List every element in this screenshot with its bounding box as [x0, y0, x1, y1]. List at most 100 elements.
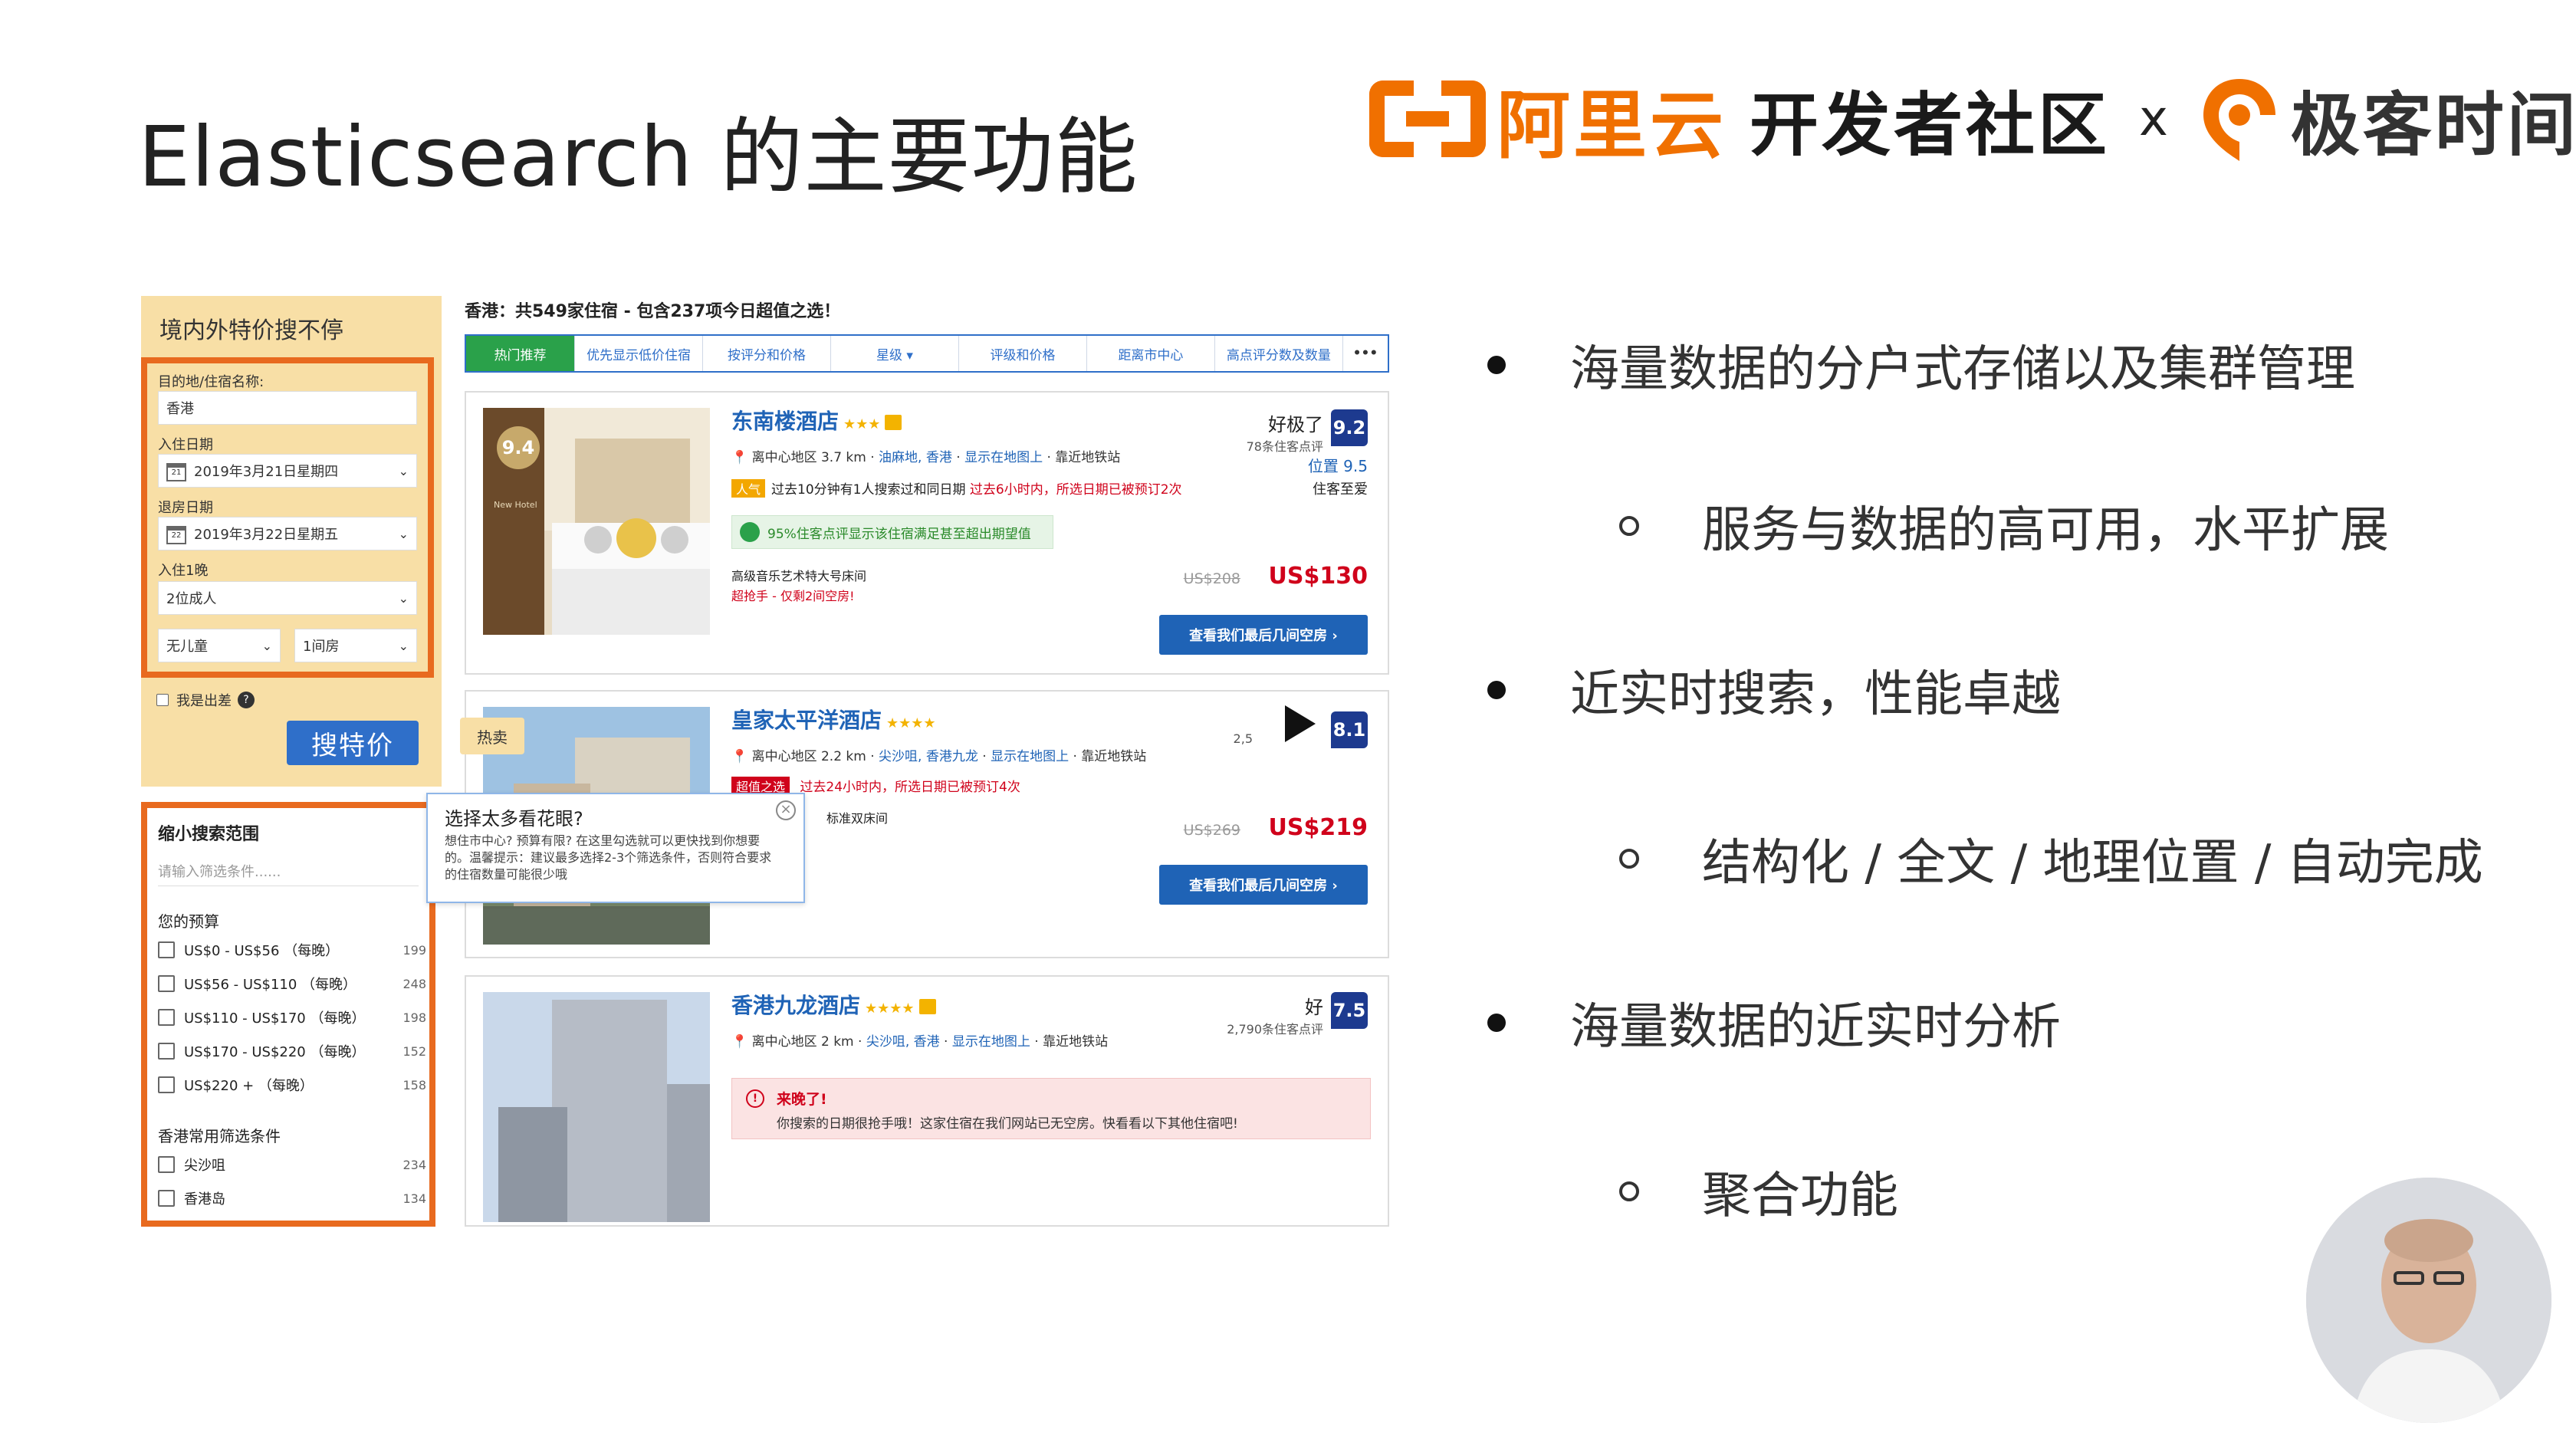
distance-text: 离中心地区 2 km: [751, 1034, 854, 1050]
checkbox-icon: [158, 975, 175, 992]
budget-option-label: US$110 - US$170 （每晚）: [184, 1010, 366, 1027]
common-filter-option[interactable]: 香港岛 134: [158, 1188, 426, 1208]
budget-option[interactable]: US$220 + （每晚） 158: [158, 1075, 426, 1095]
common-filter-option[interactable]: 尖沙咀 234: [158, 1155, 426, 1175]
tab-star-rating[interactable]: 星级 ▾: [831, 336, 959, 371]
bullet-text: 近实时搜索，性能卓越: [1570, 666, 2061, 723]
adults-select[interactable]: 2位成人 ⌄: [158, 581, 417, 615]
review-count[interactable]: 2,790条住客点评: [1227, 1019, 1323, 1037]
tab-rating-price[interactable]: 评级和价格: [959, 336, 1087, 371]
hotel-name: 东南楼酒店: [731, 409, 840, 434]
view-rooms-button[interactable]: 查看我们最后几间空房 ›: [1159, 865, 1368, 905]
sub-bullet-text: 聚合功能: [1702, 1168, 1898, 1224]
budget-option[interactable]: US$110 - US$170 （每晚） 198: [158, 1007, 426, 1027]
bullet-item: 近实时搜索，性能卓越: [1487, 655, 2061, 725]
search-button[interactable]: 搜特价: [287, 721, 419, 765]
sub-bullet-item: 结构化 / 全文 / 地理位置 / 自动完成: [1619, 823, 2483, 894]
sub-bullet-item: 服务与数据的高可用，水平扩展: [1619, 491, 2389, 561]
budget-option[interactable]: US$0 - US$56 （每晚） 199: [158, 940, 426, 960]
tooltip-body: 想住市中心? 预算有限? 在这里勾选就可以更快找到你想要的。温馨提示：建议最多选…: [445, 833, 772, 882]
review-highlight: 95%住客点评显示该住宿满足甚至超出期望值: [731, 515, 1053, 549]
sub-bullet-text: 结构化 / 全文 / 地理位置 / 自动完成: [1702, 835, 2483, 892]
sold-out-text: 你搜索的日期很抢手哦！这家住宿在我们网站已无空房。快看看以下其他住宿吧!: [777, 1116, 1238, 1132]
view-rooms-button[interactable]: 查看我们最后几间空房 ›: [1159, 615, 1368, 655]
checkbox-icon: [158, 1190, 175, 1207]
calendar-icon: 22: [166, 525, 186, 544]
chevron-down-icon: ⌄: [398, 590, 409, 606]
business-trip-label: 我是出差: [176, 693, 232, 709]
checkbox-icon: [158, 1043, 175, 1060]
budget-option[interactable]: US$170 - US$220 （每晚） 152: [158, 1041, 426, 1061]
common-filter-count: 234: [402, 1157, 426, 1172]
checkout-label: 退房日期: [158, 500, 213, 516]
booked-text: 过去24小时内，所选日期已被预订4次: [800, 780, 1020, 795]
business-trip-checkbox[interactable]: 我是出差 ?: [156, 690, 255, 710]
deal-price: US$219: [1268, 814, 1368, 841]
score-badge: 9.2: [1331, 409, 1368, 446]
budget-option-label: US$56 - US$110 （每晚）: [184, 977, 357, 993]
location-score: 位置 9.5: [1307, 457, 1368, 475]
alert-icon: !: [746, 1089, 764, 1108]
destination-input[interactable]: 香港: [158, 391, 417, 425]
children-select[interactable]: 无儿童 ⌄: [158, 629, 281, 662]
tab-distance[interactable]: 距离市中心: [1087, 336, 1215, 371]
sold-out-notice: ! 来晚了! 你搜索的日期很抢手哦！这家住宿在我们网站已无空房。快看看以下其他住…: [731, 1078, 1371, 1139]
original-price: US$208: [1183, 570, 1240, 587]
hotel-photo[interactable]: [483, 992, 710, 1222]
bullet-dot: [1487, 681, 1506, 699]
budget-section-title: 您的预算: [158, 912, 219, 931]
hotel-card: 香港九龙酒店 ★★★★ 📍 离中心地区 2 km · 尖沙咀, 香港 · 显示在地…: [465, 975, 1389, 1227]
deal-price: US$130: [1268, 563, 1368, 590]
common-filter-label: 尖沙咀: [184, 1158, 225, 1174]
tab-score-price[interactable]: 按评分和价格: [703, 336, 832, 371]
tab-popular[interactable]: 热门推荐: [466, 336, 576, 371]
hotel-location: 📍 离中心地区 3.7 km · 油麻地, 香港 · 显示在地图上 · 靠近地铁…: [731, 450, 1121, 465]
more-tabs-icon[interactable]: •••: [1343, 336, 1388, 371]
hot-sale-tag: 热卖: [460, 718, 524, 754]
video-play-icon[interactable]: [1285, 705, 1316, 742]
budget-option-label: US$0 - US$56 （每晚）: [184, 943, 340, 959]
hotel-name-link[interactable]: 香港九龙酒店 ★★★★: [731, 989, 936, 1020]
hotel-photo[interactable]: 9.4 New Hotel: [483, 408, 710, 635]
show-on-map-link[interactable]: 显示在地图上: [964, 450, 1043, 465]
checkin-date-select[interactable]: 21 2019年3月21日星期四 ⌄: [158, 454, 417, 488]
narrow-filter-panel: 缩小搜索范围 请输入筛选条件...... 您的预算 US$0 - US$56 （…: [141, 802, 435, 1227]
original-price: US$269: [1183, 822, 1240, 839]
budget-option-count: 158: [402, 1077, 426, 1092]
checkout-date-select[interactable]: 22 2019年3月22日星期五 ⌄: [158, 517, 417, 550]
scarcity-text: 超抢手 - 仅剩2间空房!: [731, 589, 855, 603]
slide-title: Elasticsearch 的主要功能: [138, 110, 1138, 205]
checkin-label: 入住日期: [158, 437, 213, 453]
chevron-down-icon: ⌄: [398, 463, 409, 478]
help-icon[interactable]: ?: [238, 692, 255, 708]
tooltip-title: 选择太多看花眼?: [445, 808, 583, 830]
checkin-value: 2019年3月21日星期四: [194, 463, 339, 480]
aliyun-logo-icon: [1369, 80, 1486, 157]
show-on-map-link[interactable]: 显示在地图上: [952, 1034, 1030, 1050]
checkbox-icon: [158, 1076, 175, 1093]
review-count[interactable]: 2,5: [1234, 731, 1253, 746]
hotel-name: 香港九龙酒店: [731, 993, 861, 1018]
area-link[interactable]: 尖沙咀, 香港九龙: [879, 749, 978, 764]
budget-option-count: 152: [402, 1043, 426, 1059]
budget-option[interactable]: US$56 - US$110 （每晚） 248: [158, 974, 426, 994]
show-on-map-link[interactable]: 显示在地图上: [991, 749, 1069, 764]
filter-search-input[interactable]: 请输入筛选条件......: [158, 856, 419, 886]
brand-separator: x: [2139, 90, 2168, 147]
bullet-dot: [1487, 1014, 1506, 1032]
review-count[interactable]: 78条住客点评: [1247, 436, 1323, 455]
filter-tooltip: 选择太多看花眼? 想住市中心? 预算有限? 在这里勾选就可以更快找到你想要的。温…: [426, 793, 805, 903]
tab-lowest-price[interactable]: 优先显示低价住宿: [575, 336, 704, 371]
hotel-name-link[interactable]: 东南楼酒店 ★★★: [731, 405, 902, 435]
hotel-name-link[interactable]: 皇家太平洋酒店 ★★★★: [731, 704, 936, 734]
close-icon[interactable]: ×: [776, 800, 796, 820]
checkbox-icon: [158, 1156, 175, 1173]
pin-icon: 📍: [731, 450, 748, 465]
chevron-down-icon: ⌄: [398, 526, 409, 541]
area-link[interactable]: 尖沙咀, 香港: [866, 1034, 940, 1050]
geektime-logo-icon: [2197, 73, 2282, 165]
area-link[interactable]: 油麻地, 香港: [879, 450, 952, 465]
search-form-highlight: 目的地/住宿名称: 香港 入住日期 21 2019年3月21日星期四 ⌄ 退房日期 …: [141, 357, 434, 678]
rooms-select[interactable]: 1间房 ⌄: [294, 629, 417, 662]
tab-top-reviewed[interactable]: 高点评分数及数量: [1215, 336, 1343, 371]
